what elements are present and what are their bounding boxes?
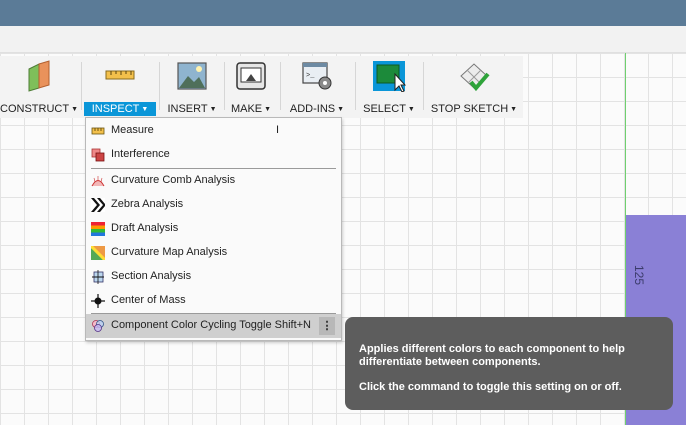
toolbar-group-select[interactable]: SELECT ▼ (360, 56, 418, 118)
toolbar-group-insert[interactable]: INSERT ▼ (162, 56, 222, 118)
menu-item-label: Center of Mass (111, 294, 186, 306)
toolbar-separator (355, 62, 356, 110)
chevron-down-icon: ▼ (337, 106, 345, 113)
stop-sketch-check-icon (460, 63, 490, 92)
command-tooltip: Applies different colors to each compone… (345, 317, 673, 410)
menu-item-shortcut: I (275, 124, 279, 136)
menu-item-label: Measure (111, 124, 154, 136)
chevron-down-icon: ▼ (264, 106, 272, 113)
menu-item-label: Interference (111, 148, 170, 160)
inspect-dropdown-button[interactable]: INSPECT ▼ (84, 102, 156, 116)
chevron-down-icon: ▼ (71, 106, 78, 113)
toolbar-group-stop-sketch[interactable]: STOP SKETCH ▼ (428, 56, 520, 118)
menu-item-draft-analysis[interactable]: Draft Analysis (86, 217, 341, 241)
toolbar-label-select: SELECT (363, 103, 406, 115)
ruler-measure-icon (105, 70, 135, 80)
svg-text:>_: >_ (306, 72, 315, 80)
app-titlebar (0, 0, 686, 26)
zebra-icon (91, 198, 105, 212)
toolbar-group-make[interactable]: MAKE ▼ (226, 56, 276, 118)
sketch-dimension[interactable]: 125 (626, 263, 646, 287)
center-of-mass-icon (91, 294, 105, 308)
more-options-icon[interactable]: ⋮ (319, 317, 335, 335)
menu-item-component-color-cycling-toggle[interactable]: Component Color Cycling Toggle Shift+N ⋮ (86, 314, 341, 338)
toolbar-separator (280, 62, 281, 110)
toolbar-label-insert: INSERT (167, 103, 208, 115)
chevron-down-icon: ▼ (510, 106, 518, 113)
toolbar-label-make: MAKE (230, 103, 263, 115)
menu-item-interference[interactable]: Interference (86, 143, 341, 167)
draft-analysis-icon (91, 222, 105, 236)
menu-item-zebra-analysis[interactable]: Zebra Analysis (86, 193, 341, 217)
add-ins-script-icon: >_ (302, 62, 332, 90)
construct-plane-icon (28, 60, 50, 92)
3d-printer-icon (236, 62, 266, 90)
toolbar-label-construct: CONSTRUCT (0, 103, 70, 115)
menu-item-label: Component Color Cycling Toggle (111, 319, 272, 331)
menu-item-curvature-map-analysis[interactable]: Curvature Map Analysis (86, 241, 341, 265)
chevron-down-icon: ▼ (141, 106, 149, 113)
chevron-down-icon: ▼ (407, 106, 415, 113)
toolbar-separator (81, 62, 82, 110)
menu-item-label: Curvature Map Analysis (111, 246, 228, 258)
menu-item-curvature-comb-analysis[interactable]: Curvature Comb Analysis (86, 169, 341, 193)
inspect-menu: Measure I Interference Curvature Comb An… (85, 117, 342, 341)
insert-image-icon (177, 62, 207, 90)
toolbar-group-add-ins[interactable]: >_ ADD-INS ▼ (284, 56, 350, 118)
chevron-down-icon: ▼ (209, 106, 217, 113)
menu-item-label: Zebra Analysis (111, 198, 184, 210)
toolbar-group-construct[interactable]: CONSTRUCT ▼ (0, 56, 78, 118)
menu-item-section-analysis[interactable]: Section Analysis (86, 265, 341, 289)
menu-item-measure[interactable]: Measure I (86, 119, 341, 143)
section-analysis-icon (92, 270, 104, 284)
toolbar-label-add-ins: ADD-INS (289, 103, 336, 115)
menu-item-center-of-mass[interactable]: Center of Mass (86, 289, 341, 313)
design-toolbar: CONSTRUCT ▼ INSERT ▼ MAKE ▼ >_ ADD-INS ▼… (0, 56, 523, 118)
document-tab-strip (0, 26, 686, 53)
menu-item-label: Section Analysis (111, 270, 192, 282)
menu-item-shortcut: Shift+N (274, 319, 311, 331)
tooltip-description: Applies different colors to each compone… (359, 343, 625, 368)
menu-item-label: Curvature Comb Analysis (111, 174, 236, 186)
toolbar-separator (159, 62, 160, 110)
curvature-comb-icon (91, 176, 105, 187)
interference-icon (91, 148, 105, 162)
select-window-icon (373, 61, 406, 92)
tooltip-hint: Click the command to toggle this setting… (359, 381, 622, 393)
ruler-icon (91, 127, 105, 135)
menu-item-label: Draft Analysis (111, 222, 179, 234)
toolbar-label-stop-sketch: STOP SKETCH (430, 103, 509, 115)
toolbar-separator (423, 62, 424, 110)
color-cycling-icon (92, 320, 104, 332)
toolbar-separator (224, 62, 225, 110)
curvature-map-icon (91, 246, 105, 260)
toolbar-label-inspect: INSPECT (91, 103, 140, 115)
